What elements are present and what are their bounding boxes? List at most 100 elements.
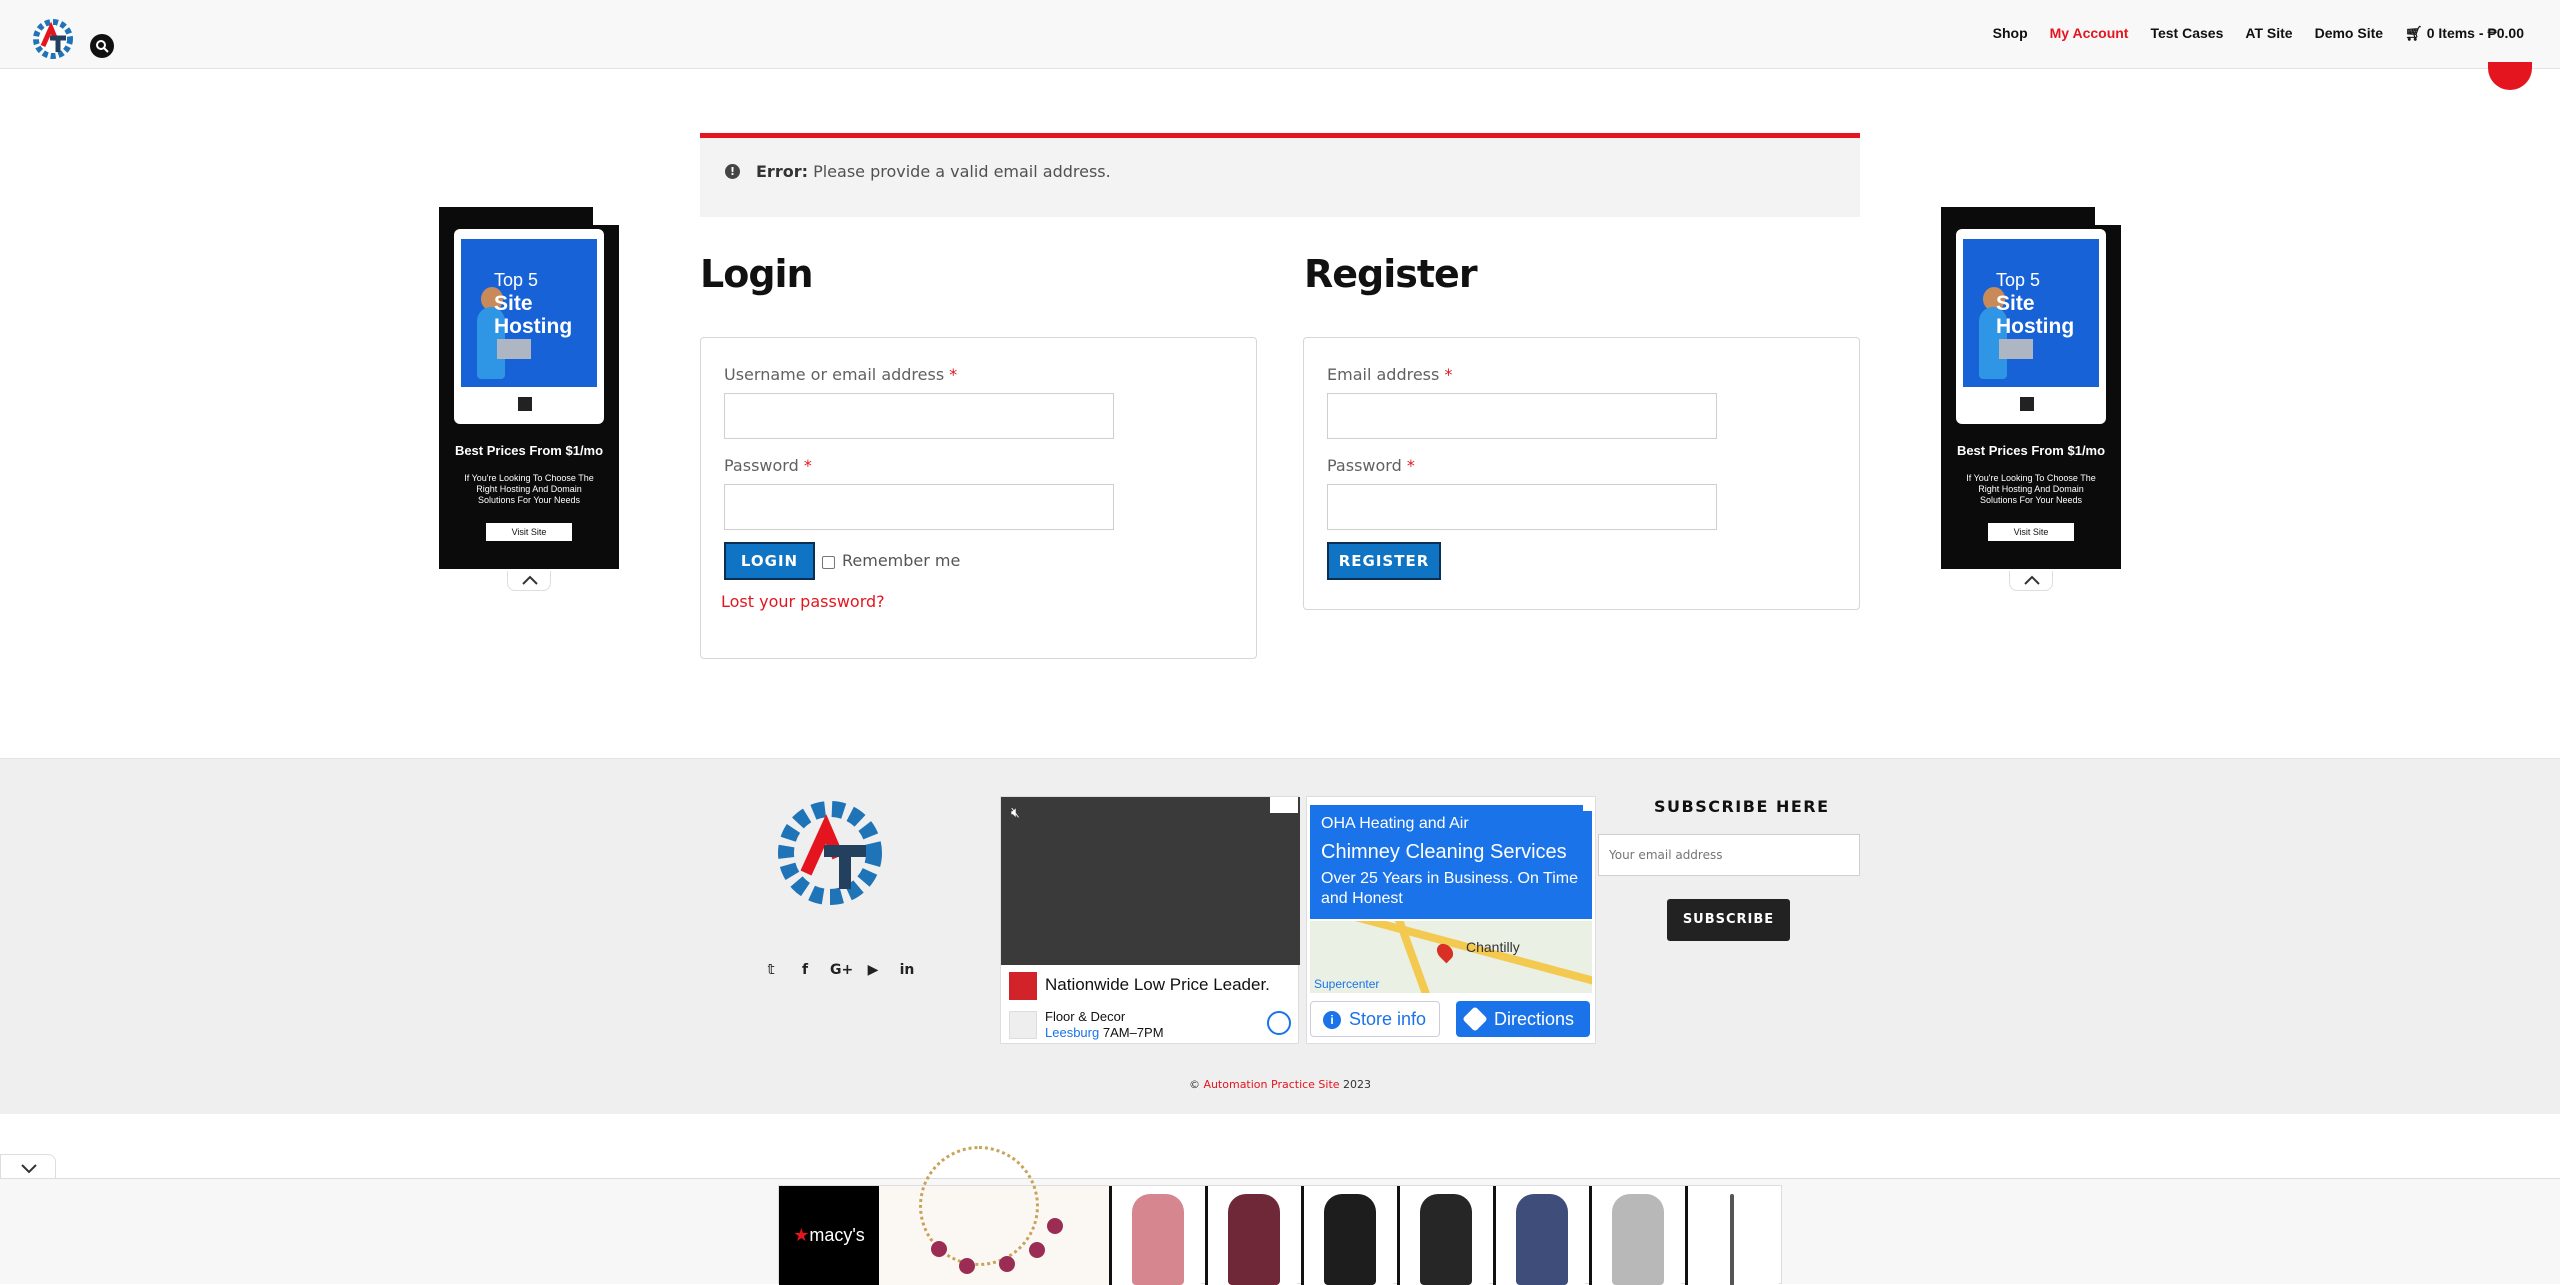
google-plus-icon[interactable]: G+: [830, 962, 853, 978]
register-title: Register: [1304, 252, 1478, 296]
ad-brand-icon: [2020, 397, 2034, 411]
ad-collapse-toggle[interactable]: [507, 571, 551, 591]
map-place-label: Chantilly: [1466, 939, 1520, 955]
map-preview[interactable]: Chantilly Supercenter: [1310, 921, 1592, 993]
youtube-icon[interactable]: ▶: [864, 962, 882, 978]
password-label: Password *: [724, 456, 812, 475]
adchoices-icon[interactable]: [1745, 1186, 1781, 1202]
product-grey-coat[interactable]: [1589, 1186, 1681, 1285]
brand-logo: [1009, 972, 1037, 1000]
product-black-coat[interactable]: [1301, 1186, 1393, 1285]
ad-title: Top 5 Site Hosting: [1996, 270, 2075, 338]
store-info-button[interactable]: i Store info: [1310, 1001, 1440, 1037]
ad-collapse-toggle[interactable]: [2009, 571, 2053, 591]
product-black-jacket[interactable]: [1397, 1186, 1489, 1285]
cart-icon: 🛒︎: [2405, 25, 2423, 41]
error-label: Error:: [756, 162, 808, 181]
directions-icon: [1462, 1006, 1488, 1032]
map-place-label: Supercenter: [1314, 977, 1380, 991]
video-ad-headline[interactable]: Nationwide Low Price Leader.: [1045, 975, 1270, 995]
service-name: Chimney Cleaning Services: [1321, 841, 1567, 863]
copyright-link[interactable]: Automation Practice Site: [1203, 1078, 1339, 1091]
linkedin-icon[interactable]: in: [898, 962, 916, 978]
directions-icon[interactable]: [1267, 1011, 1291, 1035]
nav-shop[interactable]: Shop: [1993, 25, 2028, 42]
info-icon: i: [1323, 1011, 1341, 1029]
cart-summary: 0 Items - ₱0.00: [2426, 25, 2524, 41]
adchoices-icon[interactable]: [1270, 797, 1298, 813]
login-title: Login: [700, 252, 814, 296]
product-burgundy-coat[interactable]: [1205, 1186, 1297, 1285]
facebook-icon[interactable]: f: [796, 962, 814, 978]
twitter-icon[interactable]: 𝕥: [762, 962, 780, 978]
remember-me-checkbox[interactable]: [822, 556, 835, 569]
location-pin-icon: [1009, 1011, 1037, 1039]
subscribe-email-input[interactable]: [1598, 834, 1860, 876]
ad-price: Best Prices From $1/mo: [454, 443, 604, 458]
search-icon: [96, 40, 109, 53]
site-logo[interactable]: [28, 14, 78, 64]
site-header: Shop My Account Test Cases AT Site Demo …: [0, 0, 2560, 69]
nav-at-site[interactable]: AT Site: [2245, 25, 2292, 42]
heart-charm: [959, 1258, 975, 1274]
ad-price: Best Prices From $1/mo: [1956, 443, 2106, 458]
subscribe-button[interactable]: SUBSCRIBE: [1667, 899, 1790, 941]
register-password-label: Password *: [1327, 456, 1415, 475]
remember-me-label: Remember me: [842, 551, 961, 570]
email-input[interactable]: [1327, 393, 1717, 439]
nav-my-account[interactable]: My Account: [2050, 25, 2129, 42]
lost-password-link[interactable]: Lost your password?: [721, 592, 885, 611]
visit-site-button[interactable]: Visit Site: [1988, 523, 2074, 541]
adchoices-icon[interactable]: [2095, 207, 2121, 225]
subscribe-title: SUBSCRIBE HERE: [1654, 797, 1830, 816]
store-details[interactable]: Floor & Decor Leesburg 7AM–7PM: [1045, 1009, 1164, 1041]
bottom-ad-toggle[interactable]: [0, 1154, 56, 1178]
register-button[interactable]: REGISTER: [1327, 542, 1441, 580]
ad-subtext: If You're Looking To Choose The Right Ho…: [464, 473, 594, 505]
mute-icon[interactable]: 🔇︎: [1011, 805, 1020, 821]
ad-card: Top 5 Site Hosting: [454, 229, 604, 424]
necklace-image[interactable]: [879, 1146, 1109, 1285]
nav-demo-site[interactable]: Demo Site: [2315, 25, 2383, 42]
bottom-ad[interactable]: ★macy's: [778, 1146, 1782, 1285]
chevron-down-icon: [21, 1164, 37, 1174]
copyright: © Automation Practice Site 2023: [1188, 1078, 1372, 1091]
product-plaid-shirt[interactable]: [1493, 1186, 1585, 1285]
nav-cart[interactable]: 🛒︎ 0 Items - ₱0.00: [2405, 25, 2524, 42]
video-player[interactable]: [1001, 797, 1300, 965]
heart-charm: [1029, 1242, 1045, 1258]
service-description: Over 25 Years in Business. On Time and H…: [1321, 870, 1579, 907]
laptop-icon: [497, 339, 531, 359]
local-ad[interactable]: OHA Heating and Air Chimney Cleaning Ser…: [1306, 796, 1596, 1044]
ad-card: Top 5 Site Hosting: [1956, 229, 2106, 424]
main-nav: Shop My Account Test Cases AT Site Demo …: [1993, 25, 2524, 42]
heart-charm: [1047, 1218, 1063, 1234]
footer-logo[interactable]: [772, 793, 892, 915]
username-label: Username or email address *: [724, 365, 958, 384]
error-notice: ! Error: Please provide a valid email ad…: [700, 133, 1860, 217]
directions-button[interactable]: Directions: [1456, 1001, 1590, 1037]
product-pink-coat[interactable]: [1109, 1186, 1201, 1285]
video-ad[interactable]: 🔇︎ Nationwide Low Price Leader. Floor & …: [1000, 796, 1300, 1044]
social-links: 𝕥 f G+ ▶ in: [762, 962, 916, 978]
login-button[interactable]: LOGIN: [724, 542, 815, 580]
search-button[interactable]: [90, 34, 114, 58]
ad-subtext: If You're Looking To Choose The Right Ho…: [1966, 473, 2096, 505]
login-form: Username or email address * Password * L…: [700, 337, 1257, 659]
password-input[interactable]: [724, 484, 1114, 530]
cart-badge[interactable]: [2488, 62, 2532, 90]
error-message: Error: Please provide a valid email addr…: [756, 162, 1111, 181]
side-ad-left[interactable]: Top 5 Site Hosting Best Prices From $1/mo …: [439, 207, 619, 591]
side-ad-right[interactable]: Top 5 Site Hosting Best Prices From $1/mo …: [1941, 207, 2121, 591]
adchoices-icon[interactable]: [1583, 797, 1595, 811]
visit-site-button[interactable]: Visit Site: [486, 523, 572, 541]
nav-test-cases[interactable]: Test Cases: [2150, 25, 2223, 42]
ad-brand-icon: [518, 397, 532, 411]
email-label: Email address *: [1327, 365, 1453, 384]
username-input[interactable]: [724, 393, 1114, 439]
laptop-icon: [1999, 339, 2033, 359]
register-password-input[interactable]: [1327, 484, 1717, 530]
business-name: OHA Heating and Air: [1321, 815, 1469, 832]
adchoices-icon[interactable]: [593, 207, 619, 225]
macys-logo[interactable]: ★macy's: [779, 1186, 879, 1285]
